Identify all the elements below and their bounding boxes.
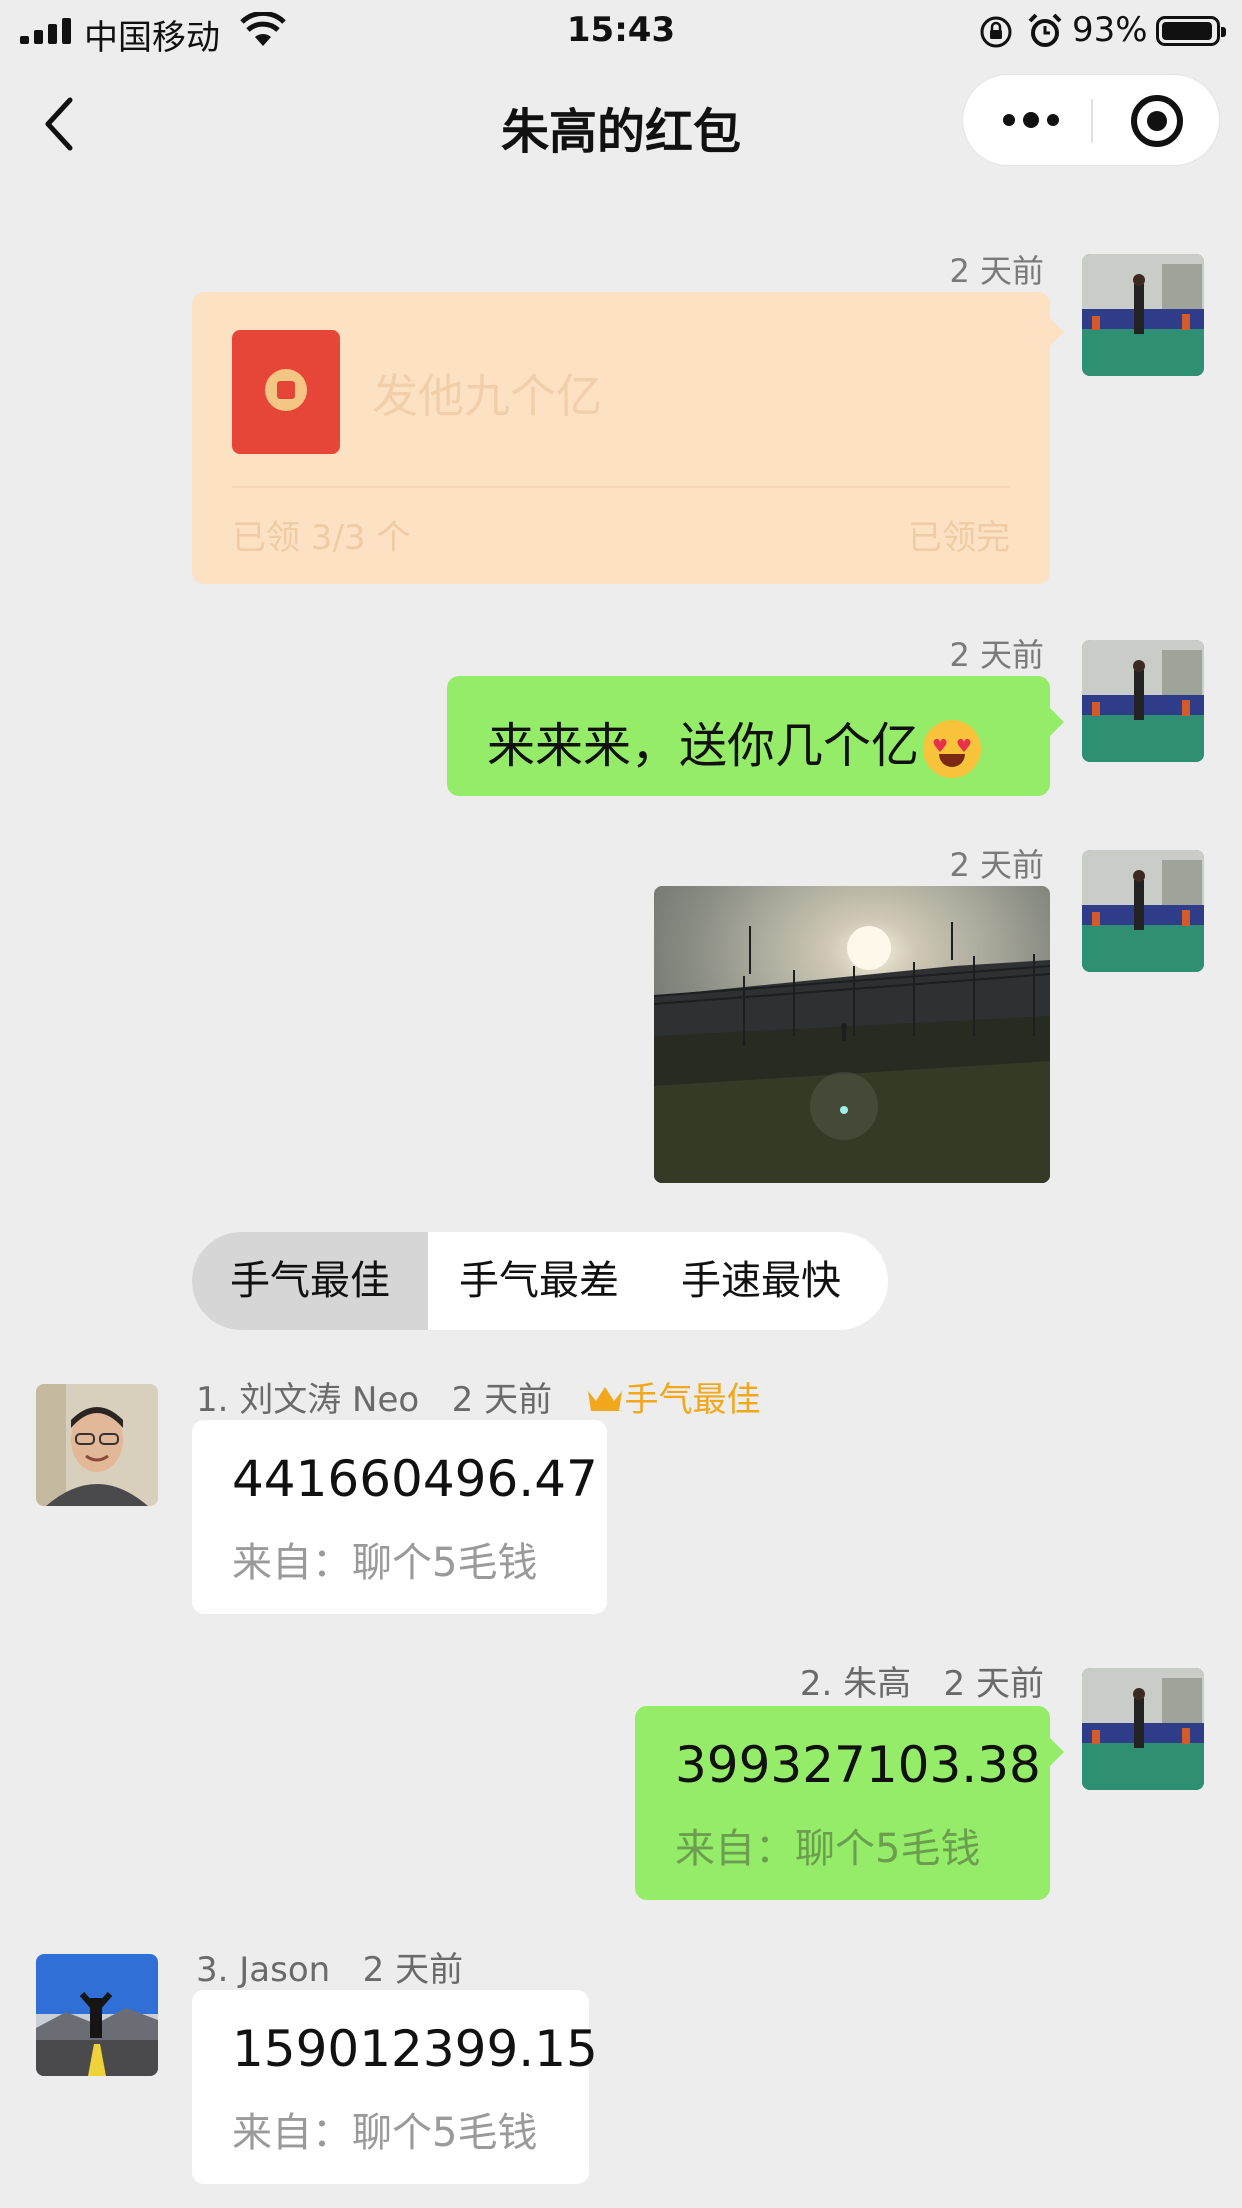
alarm-icon — [1026, 12, 1064, 54]
more-options-button[interactable] — [1001, 107, 1061, 137]
amount-source: 来自：聊个5毛钱 — [675, 1826, 981, 1872]
amount-value: 399327103.38 — [675, 1736, 1041, 1794]
message-timestamp: 2 天前 — [949, 636, 1044, 674]
red-envelope-icon — [232, 330, 340, 454]
ranking-tabs: 手气最佳 手气最差 手速最快 — [192, 1232, 888, 1330]
recipient-timestamp: 2 天前 — [362, 1950, 464, 1990]
recipient-amount-card[interactable]: 159012399.15 来自：聊个5毛钱 — [192, 1990, 598, 2184]
battery-icon — [1156, 16, 1226, 46]
text-message-bubble[interactable]: 来来来，送你几个亿 ♥ ♥ — [447, 676, 1064, 796]
recipient-meta: 2. 朱高 2 天前 — [700, 1656, 1044, 1705]
recipient-timestamp: 2 天前 — [943, 1664, 1044, 1704]
red-packet-claimed-count: 已领 3/3 个 — [232, 518, 411, 558]
self-avatar[interactable] — [1082, 640, 1204, 762]
message-timestamp: 2 天前 — [949, 846, 1044, 884]
red-packet-card[interactable]: 发他九个亿 已领 3/3 个 已领完 — [192, 292, 1064, 584]
amount-source: 来自：聊个5毛钱 — [232, 2110, 538, 2156]
tab-best-luck[interactable]: 手气最佳 — [192, 1232, 428, 1330]
battery-percent: 93% — [1072, 10, 1148, 50]
red-packet-message: 发他九个亿 — [372, 369, 602, 423]
status-bar: 中国移动 15:43 93% — [0, 0, 1242, 62]
recipient-meta: 1. 刘文涛 Neo 2 天前 手气最佳 — [196, 1372, 761, 1421]
recipient-amount-card[interactable]: 399327103.38 来自：聊个5毛钱 — [635, 1706, 1064, 1900]
recipient-name: 2. 朱高 — [799, 1664, 912, 1704]
recipient-name: 3. Jason — [196, 1950, 331, 1990]
tab-fastest[interactable]: 手速最快 — [650, 1232, 872, 1330]
recipient-meta: 3. Jason 2 天前 — [196, 1942, 463, 1991]
recipient-avatar[interactable] — [36, 1954, 158, 2076]
crown-icon — [587, 1387, 622, 1411]
tab-worst-luck[interactable]: 手气最差 — [428, 1232, 650, 1330]
self-avatar[interactable] — [1082, 254, 1204, 376]
amount-value: 441660496.47 — [232, 1450, 598, 1508]
heart-eyes-emoji-icon: ♥ ♥ — [923, 720, 982, 778]
text-message-content: 来来来，送你几个亿 ♥ ♥ — [487, 706, 982, 778]
recipient-name: 1. 刘文涛 Neo — [196, 1380, 420, 1420]
capsule-divider — [1091, 99, 1093, 143]
target-icon — [1131, 95, 1183, 147]
orientation-lock-icon — [978, 14, 1014, 54]
amount-value: 159012399.15 — [232, 2020, 598, 2078]
more-dots-icon — [1003, 112, 1059, 128]
amount-source: 来自：聊个5毛钱 — [232, 1540, 538, 1586]
red-packet-status: 已领完 — [908, 518, 1010, 558]
recipient-avatar[interactable] — [36, 1384, 158, 1506]
self-avatar[interactable] — [1082, 850, 1204, 972]
self-avatar[interactable] — [1082, 1668, 1204, 1790]
mini-program-capsule — [962, 74, 1220, 166]
best-luck-badge: 手气最佳 — [585, 1380, 761, 1420]
recipient-amount-card[interactable]: 441660496.47 来自：聊个5毛钱 — [192, 1420, 607, 1614]
image-message[interactable] — [654, 886, 1050, 1183]
recipient-timestamp: 2 天前 — [451, 1380, 553, 1420]
message-timestamp: 2 天前 — [949, 252, 1044, 290]
close-mini-program-button[interactable] — [1129, 93, 1185, 153]
red-packet-divider — [232, 486, 1010, 488]
